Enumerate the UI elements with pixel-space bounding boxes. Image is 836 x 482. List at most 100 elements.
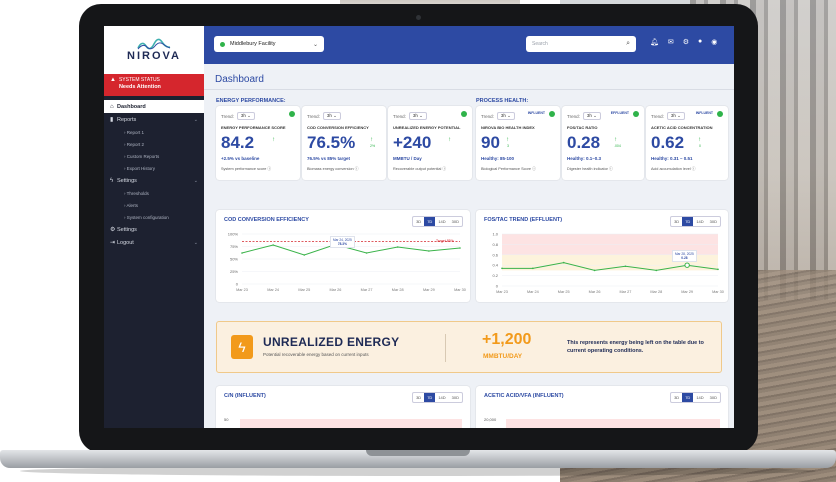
- data-point: [655, 269, 658, 272]
- status-dot: [220, 41, 225, 47]
- highlight-point: [684, 262, 690, 268]
- trend-select[interactable]: 3h ⌄: [322, 112, 341, 120]
- status-banner[interactable]: ▲ SYSTEM STATUS Needs Attention: [104, 74, 204, 96]
- metric-delta: 0: [699, 144, 701, 148]
- metric-card-bio-health[interactable]: Trend: 3h ⌄ INFLUENT NIROVA BIO HEALTH IN…: [476, 106, 560, 180]
- x-tick-label: Mar 26: [330, 288, 342, 292]
- chevron-down-icon: ⌄: [193, 116, 198, 123]
- search-icon[interactable]: ⌕: [626, 40, 630, 48]
- metric-name: COD CONVERSION EFFICIENCY: [307, 125, 369, 130]
- trend-select[interactable]: 3h ⌄: [236, 112, 255, 120]
- mail-icon[interactable]: ✉: [668, 38, 674, 46]
- x-tick-label: Mar 25: [298, 288, 310, 292]
- metric-value: 0.28: [567, 133, 601, 152]
- metric-footer: System performance score ⓘ: [221, 167, 272, 171]
- banner-unit: MMBTU/DAY: [483, 353, 523, 360]
- metric-name: ACETIC ACID CONCENTRATION: [651, 125, 713, 130]
- sidebar-subitem-report-2[interactable]: › Report 2: [104, 138, 204, 150]
- data-point: [428, 250, 430, 252]
- sidebar-item-logout[interactable]: ⇥ Logout ⌄: [104, 236, 204, 249]
- user-icon[interactable]: ◉: [711, 38, 717, 46]
- sidebar-subitem-alerts[interactable]: › Alerts: [104, 199, 204, 211]
- chart-card-acetic-vfa: ACETIC ACID/VFA (INFLUENT) 3D 7D 14D 30D…: [476, 386, 728, 428]
- period-14d[interactable]: 14D: [435, 393, 448, 402]
- trend-control[interactable]: Trend: 3h ⌄: [567, 112, 601, 120]
- x-tick-label: Mar 23: [496, 290, 508, 294]
- page-title: Dashboard: [215, 74, 264, 85]
- period-3d[interactable]: 3D: [671, 393, 682, 402]
- gear-icon[interactable]: ⚙: [683, 38, 689, 46]
- period-30d[interactable]: 30D: [707, 393, 720, 402]
- gear-icon: ⚙: [110, 227, 116, 233]
- trend-select[interactable]: 3h ⌄: [666, 112, 685, 120]
- trend-select[interactable]: 3h ⌄: [582, 112, 601, 120]
- sidebar-item-settings-2[interactable]: ⚙ Settings: [104, 223, 204, 236]
- metric-card-energy-score[interactable]: Trend: 3h ⌄ ENERGY PERFORMANCE SCORE 84.2…: [216, 106, 300, 180]
- trend-control[interactable]: Trend: 3h ⌄: [651, 112, 685, 120]
- unrealized-energy-banner: ϟ UNREALIZED ENERGY Potential recoverabl…: [216, 321, 722, 373]
- metric-footer: Biological Performance Score ⓘ: [481, 167, 536, 171]
- sidebar-item-settings[interactable]: ϟ Settings ⌄: [104, 174, 204, 187]
- metric-name: ENERGY PERFORMANCE SCORE: [221, 125, 286, 130]
- trend-label: Trend:: [567, 113, 580, 119]
- y-tick-label: 75%: [230, 244, 238, 249]
- y-tick-label: 50%: [230, 257, 238, 262]
- metric-card-unrealized-potential[interactable]: Trend: 3h ⌄ UNREALIZED ENERGY POTENTIAL +…: [388, 106, 472, 180]
- bell-icon[interactable]: 🔔︎: [650, 38, 659, 46]
- sidebar-item-label: Settings: [117, 226, 137, 233]
- metric-value: 0.62: [651, 133, 685, 152]
- x-tick-label: Mar 24: [267, 288, 279, 292]
- period-selector[interactable]: 3D 7D 14D 30D: [412, 392, 463, 403]
- sidebar-subitem-report-1[interactable]: › Report 1: [104, 126, 204, 138]
- sidebar-subitem-export-history[interactable]: › Export History: [104, 162, 204, 174]
- facility-select[interactable]: Middlebury Facility ⌄: [214, 36, 324, 52]
- x-tick-label: Mar 27: [620, 290, 632, 294]
- period-3d[interactable]: 3D: [413, 393, 424, 402]
- y-tick-label: 0.2: [492, 273, 498, 278]
- sidebar-subitem-custom-reports[interactable]: › Custom Reports: [104, 150, 204, 162]
- sidebar-item-dashboard[interactable]: ⌂ Dashboard: [104, 100, 204, 113]
- metric-subtext: MMBTU / Day: [393, 156, 422, 161]
- trend-control[interactable]: Trend: 3h ⌄: [393, 112, 427, 120]
- y-tick-label: 25%: [230, 269, 238, 274]
- status-dot: [633, 111, 639, 117]
- data-point: [365, 252, 368, 254]
- section-label-process: PROCESS HEALTH:: [476, 98, 529, 104]
- divider: [204, 89, 734, 90]
- period-7d[interactable]: 7D: [682, 393, 694, 402]
- metric-card-fos-tac[interactable]: Trend: 3h ⌄ EFFLUENT FOS/TAC RATIO 0.28 ↑…: [562, 106, 644, 180]
- status-dot: [549, 111, 555, 117]
- metric-name: UNREALIZED ENERGY POTENTIAL: [393, 125, 461, 130]
- chart-card-fos-tac: FOS/TAC TREND (EFFLUENT) 3D 7D 14D 30D 1…: [476, 210, 728, 302]
- trend-select[interactable]: 3h ⌄: [408, 112, 427, 120]
- x-tick-label: Mar 29: [423, 288, 435, 292]
- status-dot: [461, 111, 467, 117]
- sidebar-subitem-thresholds[interactable]: › Thresholds: [104, 187, 204, 199]
- home-icon: ⌂: [110, 103, 114, 110]
- divider: [445, 334, 446, 362]
- sidebar-item-label: Settings: [117, 177, 137, 184]
- trend-control[interactable]: Trend: 3h ⌄: [307, 112, 341, 120]
- metric-card-acetic-acid[interactable]: Trend: 3h ⌄ INFLUENT ACETIC ACID CONCENTR…: [646, 106, 728, 180]
- sidebar-item-label: Reports: [117, 116, 137, 123]
- bolt-icon: ϟ: [110, 177, 114, 184]
- period-14d[interactable]: 14D: [693, 393, 706, 402]
- logo[interactable]: NIROVA: [104, 26, 204, 74]
- period-7d[interactable]: 7D: [424, 393, 436, 402]
- metric-card-cod-efficiency[interactable]: Trend: 3h ⌄ COD CONVERSION EFFICIENCY 76.…: [302, 106, 386, 180]
- trend-control[interactable]: Trend: 3h ⌄: [481, 112, 515, 120]
- trend-select[interactable]: 3h ⌄: [496, 112, 515, 120]
- source-badge: INFLUENT: [695, 111, 713, 115]
- period-selector[interactable]: 3D 7D 14D 30D: [670, 392, 721, 403]
- period-30d[interactable]: 30D: [449, 393, 462, 402]
- danger-band: [240, 419, 462, 428]
- chat-icon[interactable]: ●: [698, 38, 702, 46]
- banner-subtitle: Potential recoverable energy based on cu…: [263, 352, 369, 357]
- search-input[interactable]: Search ⌕: [526, 36, 636, 52]
- x-tick-label: Mar 30: [712, 290, 724, 294]
- logo-text: NIROVA: [127, 50, 181, 62]
- trend-control[interactable]: Trend: 3h ⌄: [221, 112, 255, 120]
- sidebar-subitem-system-configuration[interactable]: › System configuration: [104, 211, 204, 223]
- sidebar-item-reports[interactable]: ▮ Reports ⌄: [104, 113, 204, 126]
- metric-name: FOS/TAC RATIO: [567, 125, 598, 130]
